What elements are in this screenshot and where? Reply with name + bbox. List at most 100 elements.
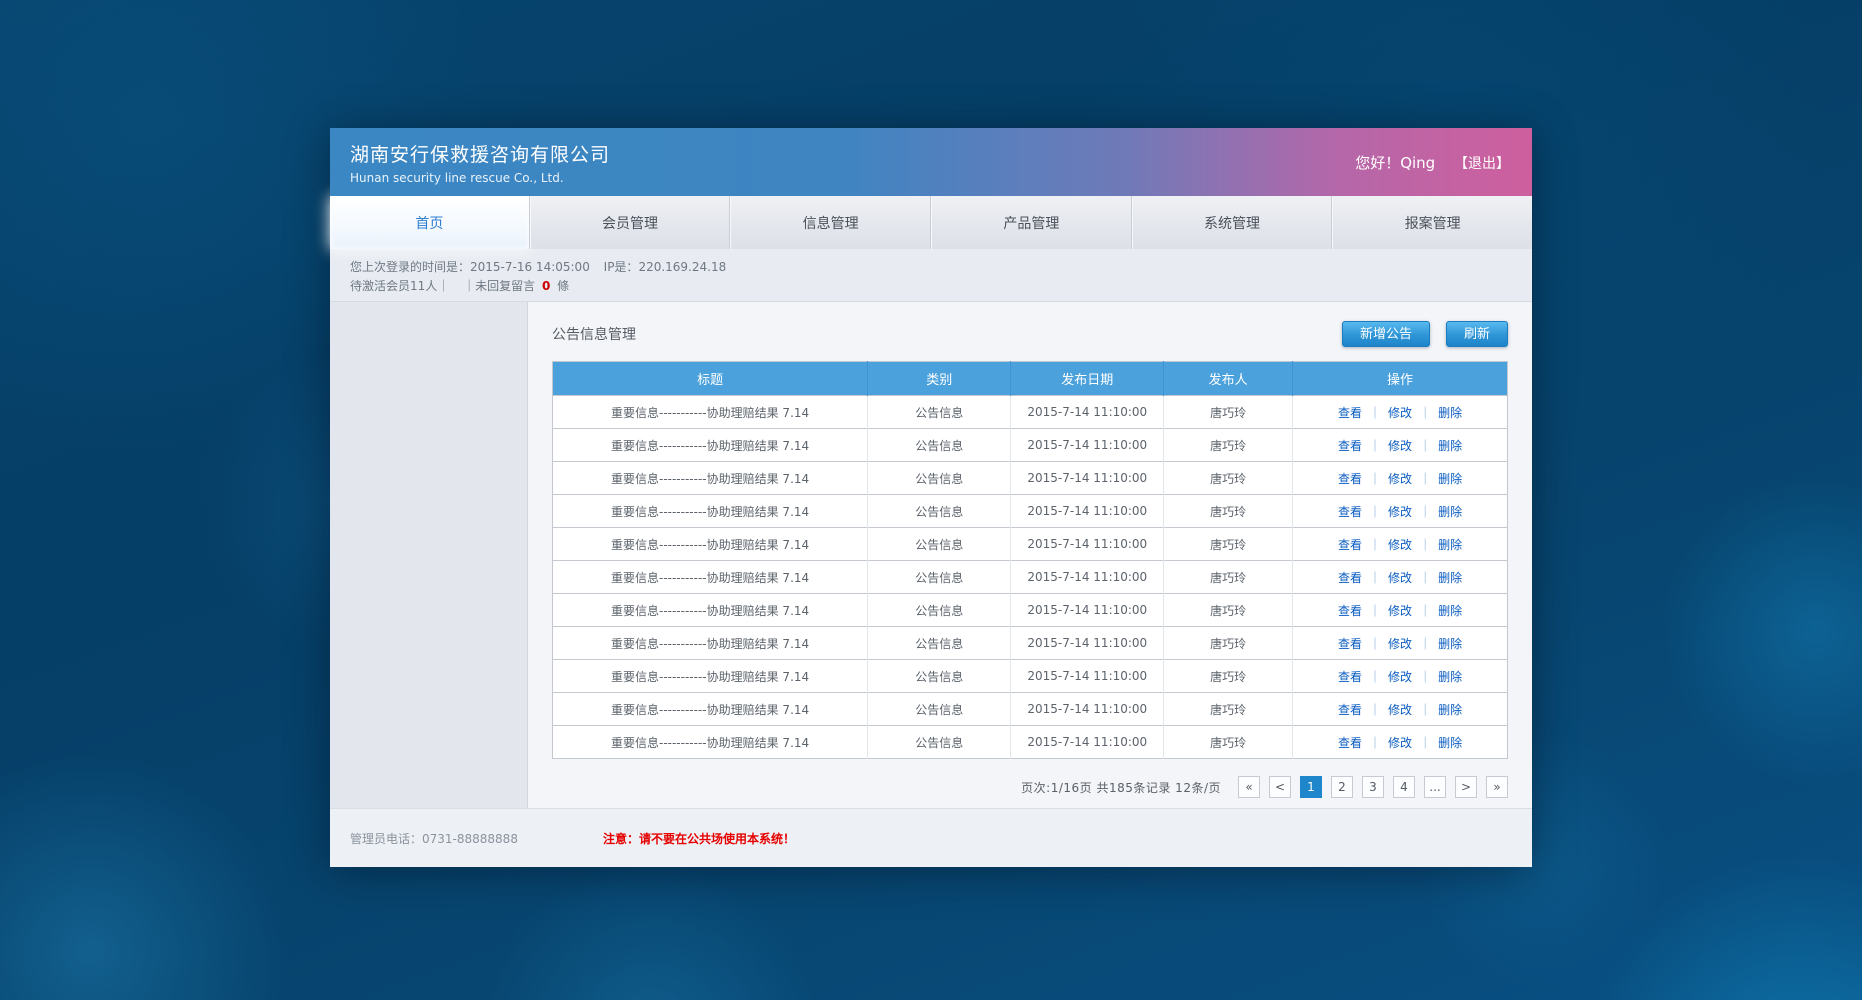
view-link[interactable]: 查看 (1338, 406, 1362, 420)
delete-link[interactable]: 删除 (1438, 505, 1462, 519)
action-separator: ｜ (1369, 439, 1381, 453)
page-button-page-3[interactable]: 3 (1362, 776, 1384, 798)
action-separator: ｜ (1419, 406, 1431, 420)
table-row: 重要信息-----------协助理赔结果 7.14公告信息2015-7-14 … (553, 726, 1508, 759)
action-separator: ｜ (1369, 604, 1381, 618)
add-announcement-button[interactable]: 新增公告 (1342, 321, 1430, 347)
refresh-button[interactable]: 刷新 (1446, 321, 1508, 347)
edit-link[interactable]: 修改 (1388, 505, 1412, 519)
row-date: 2015-7-14 11:10:00 (1011, 594, 1164, 627)
edit-link[interactable]: 修改 (1388, 703, 1412, 717)
tab-reports[interactable]: 报案管理 (1332, 196, 1532, 249)
edit-link[interactable]: 修改 (1388, 406, 1412, 420)
row-publisher: 唐巧玲 (1164, 594, 1293, 627)
logout-button[interactable]: 【退出】 (1454, 156, 1510, 172)
edit-link[interactable]: 修改 (1388, 439, 1412, 453)
view-link[interactable]: 查看 (1338, 736, 1362, 750)
column-header-2: 发布日期 (1011, 362, 1164, 396)
user-area: 您好！Qing 【退出】 (1355, 152, 1510, 173)
action-separator: ｜ (1419, 505, 1431, 519)
tab-members[interactable]: 会员管理 (530, 196, 731, 249)
page-button-more[interactable]: ... (1424, 776, 1446, 798)
delete-link[interactable]: 删除 (1438, 406, 1462, 420)
delete-link[interactable]: 删除 (1438, 736, 1462, 750)
edit-link[interactable]: 修改 (1388, 604, 1412, 618)
delete-link[interactable]: 删除 (1438, 439, 1462, 453)
row-category: 公告信息 (868, 495, 1011, 528)
row-category: 公告信息 (868, 660, 1011, 693)
action-separator: ｜ (1369, 571, 1381, 585)
row-actions: 查看｜修改｜删除 (1293, 561, 1508, 594)
row-date: 2015-7-14 11:10:00 (1011, 627, 1164, 660)
pending-members-text: 待激活会员11人｜ (350, 279, 449, 293)
view-link[interactable]: 查看 (1338, 670, 1362, 684)
delete-link[interactable]: 删除 (1438, 472, 1462, 486)
page-button-page-4[interactable]: 4 (1393, 776, 1415, 798)
action-separator: ｜ (1369, 703, 1381, 717)
delete-link[interactable]: 删除 (1438, 604, 1462, 618)
row-publisher: 唐巧玲 (1164, 462, 1293, 495)
edit-link[interactable]: 修改 (1388, 736, 1412, 750)
login-info-bar: 您上次登录的时间是：2015-7-16 14:05:00 IP是：220.169… (330, 249, 1532, 302)
page-button-prev[interactable]: < (1269, 776, 1291, 798)
action-separator: ｜ (1369, 637, 1381, 651)
tab-products[interactable]: 产品管理 (931, 196, 1132, 249)
action-separator: ｜ (1419, 472, 1431, 486)
page-button-page-1[interactable]: 1 (1300, 776, 1322, 798)
row-actions: 查看｜修改｜删除 (1293, 627, 1508, 660)
page-button-page-2[interactable]: 2 (1331, 776, 1353, 798)
view-link[interactable]: 查看 (1338, 472, 1362, 486)
edit-link[interactable]: 修改 (1388, 472, 1412, 486)
delete-link[interactable]: 删除 (1438, 703, 1462, 717)
ip-label: IP是： (604, 260, 639, 274)
delete-link[interactable]: 删除 (1438, 670, 1462, 684)
page-button-last[interactable]: » (1486, 776, 1508, 798)
edit-link[interactable]: 修改 (1388, 637, 1412, 651)
row-category: 公告信息 (868, 627, 1011, 660)
delete-link[interactable]: 删除 (1438, 571, 1462, 585)
tab-system[interactable]: 系统管理 (1132, 196, 1333, 249)
table-head: 标题类别发布日期发布人操作 (553, 362, 1508, 396)
admin-phone: 管理员电话：0731-88888888 (350, 830, 603, 847)
row-title: 重要信息-----------协助理赔结果 7.14 (553, 726, 868, 759)
delete-link[interactable]: 删除 (1438, 538, 1462, 552)
row-title: 重要信息-----------协助理赔结果 7.14 (553, 561, 868, 594)
unreplied-count: 0 (539, 279, 553, 293)
column-header-1: 类别 (868, 362, 1011, 396)
edit-link[interactable]: 修改 (1388, 538, 1412, 552)
row-title: 重要信息-----------协助理赔结果 7.14 (553, 528, 868, 561)
row-publisher: 唐巧玲 (1164, 495, 1293, 528)
view-link[interactable]: 查看 (1338, 637, 1362, 651)
column-header-0: 标题 (553, 362, 868, 396)
nav-tabs: 首页会员管理信息管理产品管理系统管理报案管理 (330, 196, 1532, 249)
row-actions: 查看｜修改｜删除 (1293, 495, 1508, 528)
action-separator: ｜ (1419, 604, 1431, 618)
row-date: 2015-7-14 11:10:00 (1011, 396, 1164, 429)
row-date: 2015-7-14 11:10:00 (1011, 693, 1164, 726)
page-button-next[interactable]: > (1455, 776, 1477, 798)
tab-home[interactable]: 首页 (330, 196, 530, 249)
member-status-line: 待激活会员11人｜ ｜未回复留言 0 條 (350, 277, 1532, 296)
table-row: 重要信息-----------协助理赔结果 7.14公告信息2015-7-14 … (553, 561, 1508, 594)
view-link[interactable]: 查看 (1338, 538, 1362, 552)
edit-link[interactable]: 修改 (1388, 670, 1412, 684)
tab-info[interactable]: 信息管理 (730, 196, 931, 249)
page-button-first[interactable]: « (1238, 776, 1260, 798)
view-link[interactable]: 查看 (1338, 505, 1362, 519)
table-body: 重要信息-----------协助理赔结果 7.14公告信息2015-7-14 … (553, 396, 1508, 759)
row-publisher: 唐巧玲 (1164, 396, 1293, 429)
view-link[interactable]: 查看 (1338, 604, 1362, 618)
pagination-summary: 页次:1/16页 共185条记录 12条/页 (1021, 779, 1221, 796)
row-date: 2015-7-14 11:10:00 (1011, 429, 1164, 462)
unreplied-label: 未回复留言 (475, 279, 535, 293)
company-name: 湖南安行保救援咨询有限公司 (350, 140, 610, 167)
edit-link[interactable]: 修改 (1388, 571, 1412, 585)
view-link[interactable]: 查看 (1338, 703, 1362, 717)
delete-link[interactable]: 删除 (1438, 637, 1462, 651)
table-row: 重要信息-----------协助理赔结果 7.14公告信息2015-7-14 … (553, 660, 1508, 693)
view-link[interactable]: 查看 (1338, 571, 1362, 585)
view-link[interactable]: 查看 (1338, 439, 1362, 453)
row-actions: 查看 ｜ 修改 ｜ 删除 (1293, 462, 1508, 495)
action-separator: ｜ (1369, 472, 1381, 486)
row-title: 重要信息-----------协助理赔结果 7.14 (553, 660, 868, 693)
